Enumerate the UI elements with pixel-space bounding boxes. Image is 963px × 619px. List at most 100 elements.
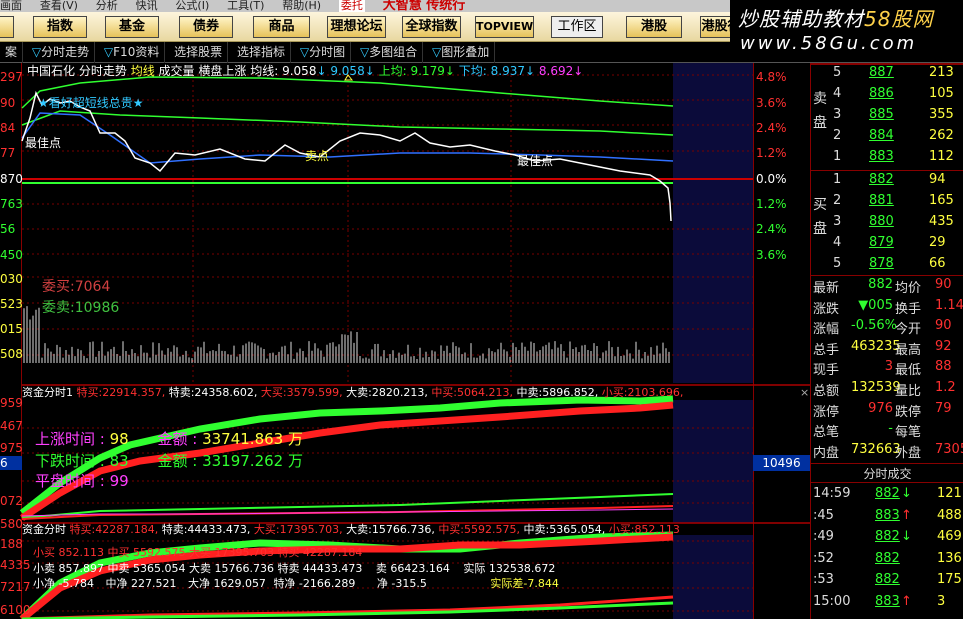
toolbar-button-global-index[interactable]: 全球指数 — [402, 16, 461, 38]
left-tick-highlight: 6 — [0, 456, 22, 470]
buy-level-row[interactable]: 1 882 94 — [811, 172, 963, 193]
tab-select-indicator[interactable]: 选择指标 — [232, 42, 292, 63]
menu-item[interactable]: 分析 — [96, 0, 118, 12]
menu-item[interactable]: 快讯 — [136, 0, 158, 12]
pct-tick: 0.0% — [756, 172, 787, 186]
brand-text: 大智慧 传统行 — [382, 0, 466, 12]
close-icon[interactable]: × — [800, 386, 809, 399]
toolbar-button-fund[interactable]: 基金 — [105, 16, 159, 38]
pct-tick: 1.2% — [756, 197, 787, 211]
fund1-header: 资金分时1 特买:22914.357, 特卖:24358.602, 大买:357… — [22, 386, 684, 399]
annotation-sell-point: 卖点 — [305, 149, 330, 163]
level-price: 880 — [869, 214, 894, 229]
toolbar-button-commodity[interactable]: 商品 — [253, 16, 310, 38]
tab-f10[interactable]: ▽F10资料 — [99, 42, 166, 63]
flat-time-row: 平盘时间 : 99 — [35, 472, 129, 490]
tab-chart[interactable]: ▽分时图 — [295, 42, 352, 63]
annotation-best-point-2: 最佳点 — [517, 154, 554, 168]
toolbar-button-bond[interactable]: 债券 — [179, 16, 233, 38]
dropdown-arrow-icon: ▽ — [31, 45, 42, 59]
sell-level-row[interactable]: 5 887 213 — [811, 65, 963, 86]
left-tick: 7217 — [0, 580, 31, 594]
menu-item[interactable]: 帮助(H) — [282, 0, 321, 12]
sell-level-row[interactable]: 2 884 262 — [811, 128, 963, 149]
sell-level-row[interactable]: 4 886 105 — [811, 86, 963, 107]
left-tick: 030 — [0, 272, 23, 286]
level-price: 886 — [869, 86, 894, 101]
quote-row: 现手 3 最低 88 — [813, 359, 952, 379]
fund2-net-row: 小净 -5.784 中净 227.521 大净 1629.057 特净 -216… — [33, 577, 559, 590]
level-volume: 262 — [929, 128, 954, 143]
chart-header: 中国石化 分时走势 均线 成交量 横盘上涨 均线: 9.058↓ 9.058↓ … — [27, 64, 584, 78]
left-tick: 959 — [0, 396, 23, 410]
left-tick: 580 — [0, 517, 23, 531]
pct-tick: 3.6% — [756, 248, 787, 262]
left-tick: 467 — [0, 419, 23, 433]
fall-time-row: 下跌时间 : 83 金额 : 33197.262 万 — [35, 452, 304, 470]
dropdown-arrow-icon: ▽ — [103, 45, 114, 59]
toolbar-button-workspace[interactable]: 工作区 — [551, 16, 603, 38]
tick-row: :52 882 136 — [813, 550, 962, 566]
left-tick: 450 — [0, 248, 23, 262]
sell-level-row[interactable]: 1 883 112 — [811, 149, 963, 170]
level-index: 2 — [833, 128, 842, 143]
level-price: 879 — [869, 235, 894, 250]
dropdown-arrow-icon: ▽ — [359, 45, 370, 59]
toolbar-button-index[interactable]: 指数 — [33, 16, 87, 38]
level-price: 883 — [869, 149, 894, 164]
fund2-buy-row: 小买 852.113 中买 5592.575 大买 17395.703 特买 4… — [33, 546, 363, 559]
toolbar-button-topview[interactable]: TOPVIEW — [475, 16, 534, 38]
sell-level-row[interactable]: 3 885 355 — [811, 107, 963, 128]
ticks-title: 分时成交 — [811, 463, 963, 483]
pct-tick: 1.2% — [756, 146, 787, 160]
level-index: 3 — [833, 214, 842, 229]
rise-time-row: 上涨时间 : 98 金额 : 33741.863 万 — [35, 430, 304, 448]
level-volume: 355 — [929, 107, 954, 122]
level-price: 884 — [869, 128, 894, 143]
level-price: 882 — [869, 172, 894, 187]
quote-row: 涨跌 ▼005 换手 1.14 — [813, 297, 963, 317]
tick-row: :45 883 ↑ 488 — [813, 507, 962, 523]
quote-row: 总笔 - 每笔 — [813, 421, 922, 441]
level-volume: 165 — [929, 193, 954, 208]
menu-item[interactable]: 画面 — [0, 0, 22, 12]
left-tick: 763 — [0, 197, 23, 211]
toolbar-scroll-left[interactable] — [0, 16, 14, 38]
level-volume: 66 — [929, 256, 946, 271]
volume-bars — [23, 306, 670, 363]
level-price: 881 — [869, 193, 894, 208]
buy-level-row[interactable]: 3 880 435 — [811, 214, 963, 235]
watermark-line1: 炒股辅助教材58股网 — [738, 7, 934, 31]
dropdown-arrow-icon: ▽ — [432, 45, 442, 59]
level-price: 885 — [869, 107, 894, 122]
buy-level-row[interactable]: 5 878 66 — [811, 256, 963, 277]
tab-select-stock[interactable]: 选择股票 — [169, 42, 229, 63]
dropdown-arrow-icon: ▽ — [299, 45, 310, 59]
left-tick: 072 — [0, 494, 23, 508]
left-tick: 015 — [0, 322, 23, 336]
tick-row: 15:00 883 ↑ 3 — [813, 593, 946, 609]
menu-item[interactable]: 工具(T) — [227, 0, 264, 12]
level-index: 1 — [833, 149, 842, 164]
left-tick: 297 — [0, 70, 23, 84]
quote-row: 总手 463235 最高 92 — [813, 338, 952, 358]
annotation-best-point: 最佳点 — [25, 136, 62, 150]
menu-item-entrust[interactable]: 委托 — [338, 0, 365, 12]
left-tick: 523 — [0, 297, 23, 311]
menu-item[interactable]: 查看(V) — [40, 0, 78, 12]
pct-tick: 2.4% — [756, 222, 787, 236]
buy-level-row[interactable]: 4 879 29 — [811, 235, 963, 256]
left-tick: 90 — [0, 96, 16, 110]
left-tick: 508 — [0, 347, 23, 361]
toolbar-button-hk[interactable]: 港股 — [626, 16, 682, 38]
buy-level-row[interactable]: 2 881 165 — [811, 193, 963, 214]
tab-overlay[interactable]: ▽图形叠加 — [427, 42, 496, 63]
left-tick: 188 — [0, 537, 23, 551]
level-price: 887 — [869, 65, 894, 80]
menu-item[interactable]: 公式(I) — [175, 0, 209, 12]
tab-intraday[interactable]: ▽分时走势 — [27, 42, 96, 63]
toolbar-button-forum[interactable]: 理想论坛 — [327, 16, 386, 38]
level-index: 4 — [833, 235, 842, 250]
quote-row: 总额 132539 量比 1.2 — [813, 380, 956, 399]
tab-multi-chart[interactable]: ▽多图组合 — [355, 42, 424, 63]
